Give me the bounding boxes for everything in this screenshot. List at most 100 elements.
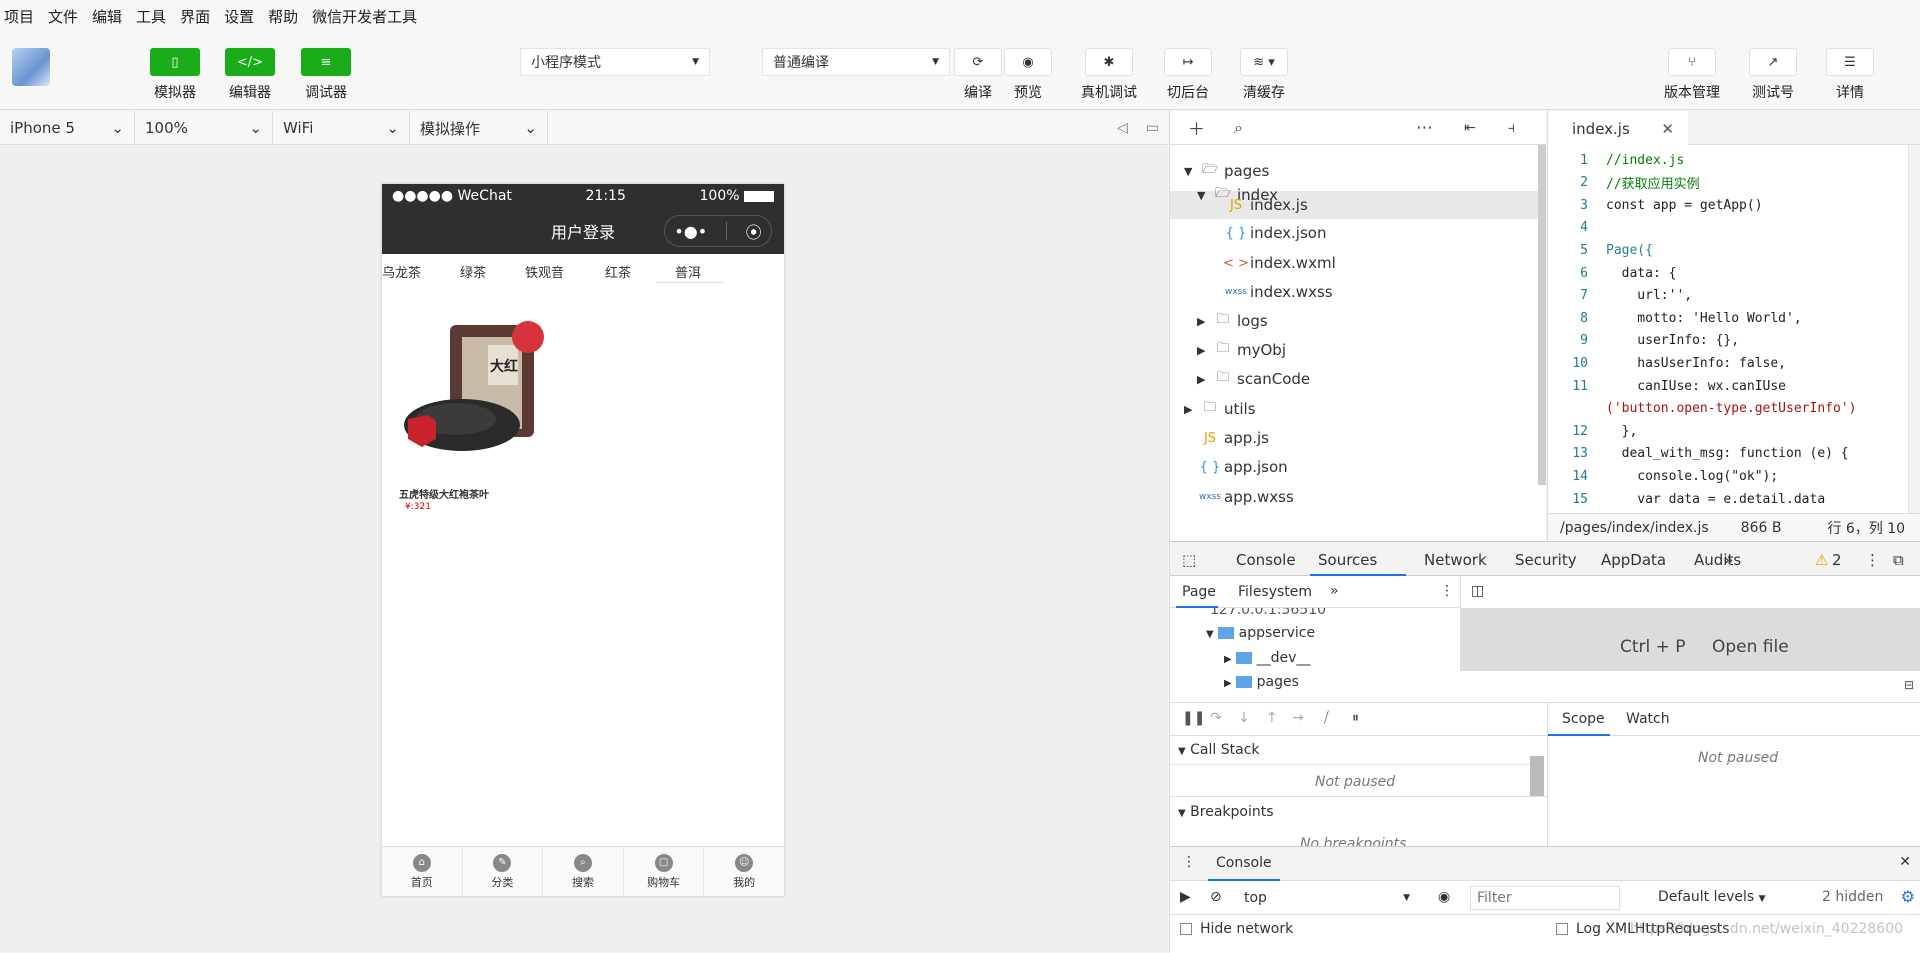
split-icon[interactable]: ⫞ [1508, 120, 1515, 136]
gear-icon[interactable]: ⚙ [1901, 887, 1915, 906]
tab-index-js[interactable]: index.js ✕ [1548, 111, 1688, 146]
tab-audits[interactable]: Audits [1694, 551, 1741, 569]
undock-icon[interactable]: ⧉ [1893, 551, 1904, 569]
deactivate-breakpoints-icon[interactable]: ⧸ [1324, 710, 1329, 726]
tree-origin[interactable]: 127.0.0.1:56510 [1210, 608, 1326, 618]
call-stack-scrollbar[interactable] [1530, 756, 1544, 796]
category-tab[interactable]: 乌龙茶 [382, 262, 421, 281]
tab-sources[interactable]: Sources [1318, 551, 1377, 569]
mode-select[interactable]: 小程序模式 ▼ [520, 48, 710, 76]
pause-icon[interactable]: ❚❚ [1182, 710, 1205, 726]
compile-select[interactable]: 普通编译 ▼ [762, 48, 950, 76]
code-area[interactable]: 1 //index.js 2 //获取应用实例 3 const app = getApp(… [1548, 145, 1908, 513]
tree-item-myobj[interactable]: ▶ 🗀 myObj [1197, 336, 1286, 364]
menu-settings[interactable]: 设置 [224, 6, 254, 27]
product-card[interactable]: 大红 [400, 319, 548, 469]
clear-cache-button[interactable]: ≋ ▾ 清缓存 [1229, 48, 1299, 102]
tree-appservice[interactable]: ▼ appservice [1206, 625, 1315, 641]
step-out-icon[interactable]: ↑ [1266, 710, 1278, 726]
version-button[interactable]: ⑂ 版本管理 [1657, 48, 1727, 102]
tab-watch[interactable]: Watch [1626, 711, 1670, 727]
more-tabs-icon[interactable]: » [1330, 583, 1339, 599]
menu-view[interactable]: 界面 [180, 6, 210, 27]
tree-item-logs[interactable]: ▶ 🗀 logs [1197, 307, 1268, 335]
tab-scope[interactable]: Scope [1562, 711, 1605, 727]
levels-select[interactable]: Default levels ▼ [1658, 889, 1766, 905]
tree-item-scancode[interactable]: ▶ 🗀 scanCode [1197, 365, 1310, 393]
tree-dev[interactable]: ▶ __dev__ [1224, 650, 1310, 666]
tab-cart[interactable]: ▢ 购物车 [624, 847, 705, 896]
tree-item-index-js[interactable]: JS index.js [1222, 191, 1308, 219]
device-select[interactable]: iPhone 5 ⌄ [0, 111, 135, 145]
category-tab[interactable]: 普洱 [675, 262, 701, 281]
log-xhr-checkbox[interactable] [1556, 923, 1568, 935]
tab-security[interactable]: Security [1515, 551, 1577, 569]
tree-item-index-wxss[interactable]: wxss index.wxss [1222, 278, 1333, 306]
tab-console[interactable]: Console [1236, 551, 1296, 569]
pause-exceptions-icon[interactable]: ⏸ [1352, 710, 1359, 726]
tab-network[interactable]: Network [1424, 551, 1487, 569]
tree-item-index-json[interactable]: { } index.json [1222, 219, 1327, 247]
tree-item-app-wxss[interactable]: wxss app.wxss [1196, 483, 1294, 511]
tab-home[interactable]: ⌂ 首页 [382, 847, 463, 896]
tree-pages[interactable]: ▶ pages [1224, 674, 1299, 690]
hide-network-option[interactable]: Hide network [1180, 921, 1293, 937]
close-icon[interactable]: ✕ [1661, 120, 1674, 138]
simulator-button[interactable]: ▯ 模拟器 [140, 48, 210, 102]
category-tab[interactable]: 红茶 [605, 262, 631, 281]
network-select[interactable]: WiFi ⌄ [273, 111, 410, 145]
capsule-menu[interactable]: •●• ⦿ [664, 215, 772, 247]
background-button[interactable]: ↦ 切后台 [1153, 48, 1223, 102]
more-tabs-icon[interactable]: » [1724, 551, 1733, 569]
menu-project[interactable]: 项目 [4, 6, 34, 27]
speaker-icon[interactable]: ◁ [1117, 120, 1128, 136]
real-debug-button[interactable]: ✱ 真机调试 [1074, 48, 1144, 102]
debugger-button[interactable]: ≡ 调试器 [291, 48, 361, 102]
step-into-icon[interactable]: ↓ [1238, 710, 1250, 726]
more-icon[interactable]: ⋯ [1416, 118, 1433, 138]
tab-appdata[interactable]: AppData [1601, 551, 1666, 569]
tree-item-utils[interactable]: ▶ 🗀 utils [1184, 395, 1256, 423]
menu-devtools[interactable]: 微信开发者工具 [312, 6, 417, 27]
drawer-tab-console[interactable]: Console [1216, 855, 1272, 871]
search-icon[interactable]: ⌕ [1234, 118, 1243, 138]
preview-button[interactable]: ◉ 预览 [993, 48, 1063, 102]
toggle-navigator-icon[interactable]: ◫ [1471, 583, 1484, 599]
file-tree-scrollbar[interactable] [1538, 145, 1546, 485]
subtab-page[interactable]: Page [1182, 584, 1216, 600]
drawer-icon[interactable]: ⊟ [1904, 678, 1914, 692]
tree-item-app-js[interactable]: JS app.js [1196, 424, 1269, 452]
context-select[interactable]: top ▼ [1238, 886, 1416, 910]
category-tab[interactable]: 绿茶 [460, 262, 486, 281]
menu-edit[interactable]: 编辑 [92, 6, 122, 27]
kebab-icon[interactable]: ⋮ [1865, 551, 1880, 569]
tab-category[interactable]: ✎ 分类 [463, 847, 544, 896]
inspect-icon[interactable]: ⬚ [1182, 551, 1196, 569]
menu-file[interactable]: 文件 [48, 6, 78, 27]
window-icon[interactable]: ▭ [1146, 120, 1159, 136]
details-button[interactable]: ☰ 详情 [1815, 48, 1885, 102]
step-icon[interactable]: → [1292, 710, 1304, 726]
zoom-select[interactable]: 100% ⌄ [135, 111, 273, 145]
menu-tools[interactable]: 工具 [136, 6, 166, 27]
tree-item-index-wxml[interactable]: < > index.wxml [1222, 249, 1336, 277]
avatar[interactable] [12, 48, 50, 86]
step-over-icon[interactable]: ↷ [1210, 710, 1222, 726]
tab-mine[interactable]: ☺ 我的 [704, 847, 784, 896]
tab-search[interactable]: ⌕ 搜索 [543, 847, 624, 896]
tree-item-app-json[interactable]: { } app.json [1196, 453, 1288, 481]
breakpoints-header[interactable]: ▼ Breakpoints [1178, 804, 1274, 820]
collapse-icon[interactable]: ⇤ [1464, 120, 1476, 136]
ops-select[interactable]: 模拟操作 ⌄ [410, 111, 548, 145]
close-circle-icon[interactable]: ⦿ [746, 219, 762, 243]
editor-scrollbar[interactable] [1908, 145, 1920, 513]
call-stack-header[interactable]: ▼ Call Stack [1178, 742, 1260, 758]
warning-icon[interactable]: ⚠ [1815, 551, 1828, 569]
eye-icon[interactable]: ◉ [1438, 889, 1450, 905]
clear-console-icon[interactable]: ⊘ [1210, 889, 1222, 905]
filter-input[interactable] [1470, 886, 1620, 910]
more-icon[interactable]: •●• [674, 222, 707, 241]
kebab-icon[interactable]: ⋮ [1440, 583, 1454, 599]
kebab-icon[interactable]: ⋮ [1182, 854, 1196, 870]
close-icon[interactable]: ✕ [1899, 854, 1911, 870]
